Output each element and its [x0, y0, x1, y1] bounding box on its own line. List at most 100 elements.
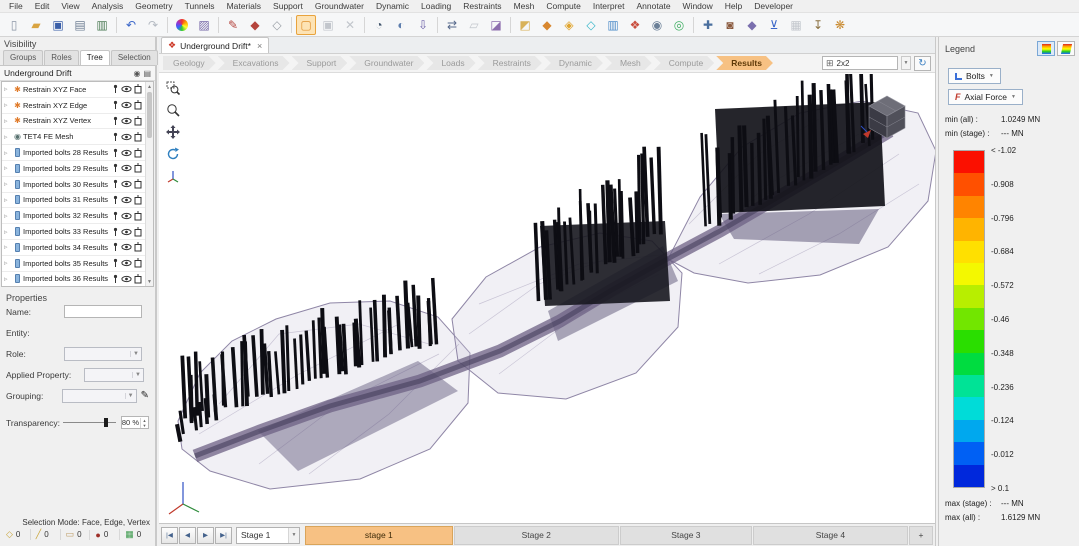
tree-row[interactable]: ▹Imported bolts 29 Results: [2, 161, 153, 177]
container-icon[interactable]: [132, 116, 143, 126]
menu-file[interactable]: File: [3, 1, 29, 11]
expander-icon[interactable]: ▹: [4, 212, 12, 220]
yield-elements-icon[interactable]: ◎: [669, 15, 689, 35]
stage-selector-arrow-icon[interactable]: ▼: [288, 528, 299, 543]
menu-help[interactable]: Help: [719, 1, 748, 11]
menu-compute[interactable]: Compute: [540, 1, 587, 11]
container-icon[interactable]: [132, 258, 143, 268]
first-stage-button[interactable]: |◀: [161, 527, 178, 544]
contour-legend-icon[interactable]: ▥: [603, 15, 623, 35]
visibility-eye-icon[interactable]: [121, 117, 132, 125]
document-tab[interactable]: ❖ Underground Drift* ×: [161, 37, 269, 53]
visibility-tab-tree[interactable]: Tree: [80, 50, 110, 65]
edit-grouping-icon[interactable]: ✎: [141, 390, 149, 401]
scrollbar-thumb[interactable]: [147, 92, 152, 138]
menu-dynamic[interactable]: Dynamic: [370, 1, 415, 11]
expander-icon[interactable]: ▹: [4, 85, 12, 93]
save-icon[interactable]: ▣: [48, 15, 68, 35]
tree-row[interactable]: ▹Imported bolts 28 Results: [2, 145, 153, 161]
visibility-eye-icon[interactable]: [121, 228, 132, 236]
select-window-icon[interactable]: ▢: [296, 15, 316, 35]
results-settings-icon[interactable]: ❋: [830, 15, 850, 35]
import-geometry-icon[interactable]: ⇩: [413, 15, 433, 35]
stress-trajectories-icon[interactable]: ❖: [625, 15, 645, 35]
container-icon[interactable]: [132, 100, 143, 110]
expander-icon[interactable]: ▹: [4, 149, 12, 157]
menu-loading[interactable]: Loading: [415, 1, 457, 11]
legend-options-icon[interactable]: [1057, 41, 1075, 56]
pin-icon[interactable]: [110, 258, 121, 268]
visibility-eye-icon[interactable]: [121, 259, 132, 267]
undo-icon[interactable]: ↶: [121, 15, 141, 35]
apply-tool-icon[interactable]: ▦: [786, 15, 806, 35]
contour-surface-icon[interactable]: ◈: [559, 15, 579, 35]
menu-restraints[interactable]: Restraints: [457, 1, 507, 11]
previous-stage-button[interactable]: ◀: [179, 527, 196, 544]
ghost-visibility-icon[interactable]: ◇: [267, 15, 287, 35]
mesh-view-icon[interactable]: ◉: [647, 15, 667, 35]
tree-row[interactable]: ▹✱Restrain XYZ Edge: [2, 98, 153, 114]
tree-row[interactable]: ▹Imported bolts 35 Results: [2, 256, 153, 272]
grouping-select[interactable]: ▼: [62, 389, 137, 403]
menu-edit[interactable]: Edit: [29, 1, 56, 11]
tree-row[interactable]: ▹Imported bolts 30 Results: [2, 177, 153, 193]
pin-icon[interactable]: [110, 179, 121, 189]
export-results-icon[interactable]: ↧: [808, 15, 828, 35]
expander-icon[interactable]: ▹: [4, 275, 12, 283]
visibility-eye-icon[interactable]: [121, 196, 132, 204]
menu-developer[interactable]: Developer: [748, 1, 799, 11]
expander-icon[interactable]: ▹: [4, 164, 12, 172]
pin-icon[interactable]: [110, 274, 121, 284]
pan-icon[interactable]: [164, 123, 182, 141]
print-icon[interactable]: ▤: [70, 15, 90, 35]
transform-geometry-icon[interactable]: ⇄: [442, 15, 462, 35]
workflow-step-groundwater[interactable]: Groundwater: [349, 56, 424, 70]
expander-icon[interactable]: ▹: [4, 259, 12, 267]
rotate-icon[interactable]: [164, 145, 182, 163]
show-all-icon[interactable]: ◉: [133, 69, 140, 78]
visibility-tab-selection[interactable]: Selection: [111, 50, 158, 65]
container-icon[interactable]: [132, 84, 143, 94]
model-viewport[interactable]: [159, 74, 935, 523]
scroll-up-icon[interactable]: ▲: [146, 82, 153, 91]
expander-icon[interactable]: ▹: [4, 196, 12, 204]
container-icon[interactable]: [132, 132, 143, 142]
container-icon[interactable]: [132, 179, 143, 189]
workflow-step-dynamic[interactable]: Dynamic: [544, 56, 603, 70]
pin-icon[interactable]: [110, 163, 121, 173]
container-icon[interactable]: [132, 242, 143, 252]
display-options-icon[interactable]: [172, 15, 192, 35]
workflow-step-mesh[interactable]: Mesh: [605, 56, 652, 70]
visibility-eye-icon[interactable]: [121, 180, 132, 188]
workflow-step-restraints[interactable]: Restraints: [478, 56, 542, 70]
zoom-icon[interactable]: [164, 101, 182, 119]
applied-property-select[interactable]: ▼: [84, 368, 144, 382]
delete-selection-icon[interactable]: ✕: [340, 15, 360, 35]
pin-icon[interactable]: [110, 132, 121, 142]
workflow-step-results[interactable]: Results: [716, 56, 773, 70]
new-file-icon[interactable]: ▯: [4, 15, 24, 35]
last-stage-button[interactable]: ▶|: [215, 527, 232, 544]
redo-icon[interactable]: ↷: [143, 15, 163, 35]
clip-cube-icon[interactable]: ◇: [581, 15, 601, 35]
section-cut-icon[interactable]: ◪: [486, 15, 506, 35]
menu-annotate[interactable]: Annotate: [631, 1, 677, 11]
expander-icon[interactable]: ▹: [4, 133, 12, 141]
legend-metric-button[interactable]: F Axial Force ▼: [948, 89, 1023, 105]
workflow-step-excavations[interactable]: Excavations: [218, 56, 290, 70]
menu-mesh[interactable]: Mesh: [508, 1, 541, 11]
menu-view[interactable]: View: [55, 1, 85, 11]
pin-icon[interactable]: [110, 195, 121, 205]
scroll-down-icon[interactable]: ▼: [146, 277, 153, 286]
legend-dataset-button[interactable]: Bolts ▼: [948, 68, 1001, 84]
close-tab-icon[interactable]: ×: [257, 41, 262, 51]
add-query-icon[interactable]: ✚: [698, 15, 718, 35]
transparency-slider[interactable]: [63, 422, 116, 423]
contour-cube-icon[interactable]: ◆: [537, 15, 557, 35]
container-icon[interactable]: [132, 211, 143, 221]
pin-icon[interactable]: [110, 100, 121, 110]
visibility-eye-icon[interactable]: [121, 133, 132, 141]
camera-views-icon[interactable]: ◙: [720, 15, 740, 35]
views-tool-icon[interactable]: ◐: [391, 15, 411, 35]
tree-row[interactable]: ▹Imported bolts 31 Results: [2, 193, 153, 209]
